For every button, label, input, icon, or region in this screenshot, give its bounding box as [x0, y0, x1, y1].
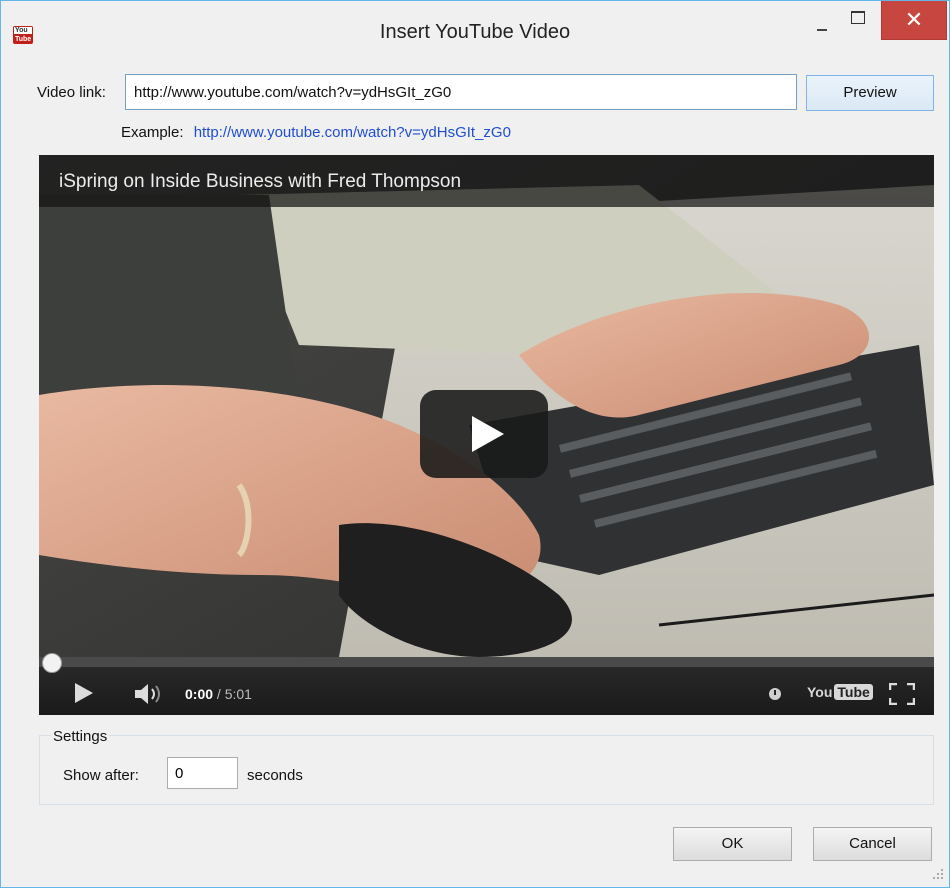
minimize-icon — [817, 29, 827, 31]
big-play-button[interactable] — [420, 390, 548, 478]
scrubber-handle[interactable] — [42, 653, 62, 673]
video-link-label: Video link: — [37, 84, 106, 101]
example-link[interactable]: http://www.youtube.com/watch?v=ydHsGIt_z… — [194, 124, 511, 141]
watch-later-icon[interactable] — [769, 688, 781, 700]
youtube-logo[interactable]: You Tube — [807, 684, 873, 704]
video-player[interactable]: iSpring on Inside Business with Fred Tho… — [39, 155, 934, 715]
show-after-label: Show after: — [63, 767, 139, 784]
settings-legend: Settings — [51, 728, 110, 745]
seconds-label: seconds — [247, 767, 303, 784]
close-button[interactable]: ✕ — [881, 1, 947, 40]
maximize-button[interactable] — [833, 1, 879, 43]
progress-bar[interactable] — [39, 653, 934, 673]
fullscreen-icon[interactable] — [889, 683, 915, 705]
play-icon — [472, 416, 504, 452]
play-icon[interactable] — [75, 683, 93, 703]
video-link-input[interactable] — [125, 74, 797, 110]
volume-icon[interactable] — [135, 683, 165, 705]
player-controls: 0:00 / 5:01 You Tube — [39, 653, 934, 715]
ok-button[interactable]: OK — [673, 827, 792, 861]
current-time: 0:00 — [185, 686, 214, 702]
close-icon: ✕ — [904, 7, 924, 32]
preview-button[interactable]: Preview — [806, 75, 934, 111]
example-row: Example: http://www.youtube.com/watch?v=… — [121, 124, 511, 141]
show-after-input[interactable] — [167, 757, 238, 789]
video-title-bar: iSpring on Inside Business with Fred Tho… — [39, 155, 934, 207]
video-title[interactable]: iSpring on Inside Business with Fred Tho… — [59, 171, 461, 193]
duration: / 5:01 — [216, 686, 252, 702]
maximize-icon — [851, 11, 865, 24]
cancel-button[interactable]: Cancel — [813, 827, 932, 861]
time-display: 0:00 / 5:01 — [185, 686, 252, 702]
example-label: Example: — [121, 124, 184, 141]
title-bar[interactable]: You Tube Insert YouTube Video ✕ — [1, 1, 949, 63]
insert-youtube-dialog: You Tube Insert YouTube Video ✕ Video li… — [0, 0, 950, 888]
resize-grip-icon[interactable] — [931, 867, 945, 881]
